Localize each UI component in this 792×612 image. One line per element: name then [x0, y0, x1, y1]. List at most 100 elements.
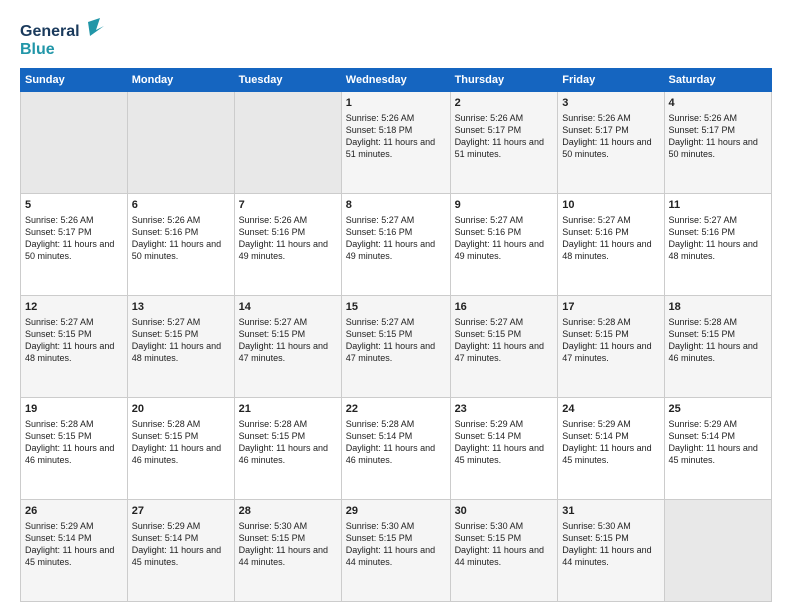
- cell-solar-info: Sunrise: 5:29 AM Sunset: 5:14 PM Dayligh…: [669, 418, 767, 467]
- week-row-5: 26 Sunrise: 5:29 AM Sunset: 5:14 PM Dayli…: [21, 500, 772, 602]
- calendar-cell: 25Sunrise: 5:29 AM Sunset: 5:14 PM Dayli…: [664, 398, 771, 500]
- calendar-cell: 24Sunrise: 5:29 AM Sunset: 5:14 PM Dayli…: [558, 398, 664, 500]
- calendar-cell: 11Sunrise: 5:27 AM Sunset: 5:16 PM Dayli…: [664, 194, 771, 296]
- day-number: 6: [132, 198, 230, 213]
- cell-solar-info: Sunrise: 5:27 AM Sunset: 5:16 PM Dayligh…: [346, 214, 446, 263]
- calendar-cell: 29Sunrise: 5:30 AM Sunset: 5:15 PM Dayli…: [341, 500, 450, 602]
- calendar-cell: 14Sunrise: 5:27 AM Sunset: 5:15 PM Dayli…: [234, 296, 341, 398]
- cell-solar-info: Sunrise: 5:26 AM Sunset: 5:16 PM Dayligh…: [132, 214, 230, 263]
- day-number: 24: [562, 402, 659, 417]
- day-number: 17: [562, 300, 659, 315]
- day-number: 30: [455, 504, 554, 519]
- day-number: 8: [346, 198, 446, 213]
- calendar-cell: 23Sunrise: 5:29 AM Sunset: 5:14 PM Dayli…: [450, 398, 558, 500]
- calendar-cell: 18Sunrise: 5:28 AM Sunset: 5:15 PM Dayli…: [664, 296, 771, 398]
- cell-solar-info: Sunrise: 5:27 AM Sunset: 5:15 PM Dayligh…: [25, 316, 123, 365]
- header: GeneralBlue: [20, 18, 772, 60]
- cell-solar-info: Sunrise: 5:29 AM Sunset: 5:14 PM Dayligh…: [455, 418, 554, 467]
- calendar-cell: 7Sunrise: 5:26 AM Sunset: 5:16 PM Daylig…: [234, 194, 341, 296]
- day-number: 11: [669, 198, 767, 213]
- logo: GeneralBlue: [20, 18, 105, 60]
- cell-solar-info: Sunrise: 5:26 AM Sunset: 5:17 PM Dayligh…: [25, 214, 123, 263]
- day-number: 22: [346, 402, 446, 417]
- calendar-cell: 17Sunrise: 5:28 AM Sunset: 5:15 PM Dayli…: [558, 296, 664, 398]
- day-number: 25: [669, 402, 767, 417]
- cell-solar-info: Sunrise: 5:30 AM Sunset: 5:15 PM Dayligh…: [455, 520, 554, 569]
- week-row-3: 12Sunrise: 5:27 AM Sunset: 5:15 PM Dayli…: [21, 296, 772, 398]
- calendar-cell: 16Sunrise: 5:27 AM Sunset: 5:15 PM Dayli…: [450, 296, 558, 398]
- cell-solar-info: Sunrise: 5:30 AM Sunset: 5:15 PM Dayligh…: [239, 520, 337, 569]
- cell-solar-info: Sunrise: 5:30 AM Sunset: 5:15 PM Dayligh…: [562, 520, 659, 569]
- day-number: 26: [25, 504, 123, 519]
- day-number: 16: [455, 300, 554, 315]
- cell-solar-info: Sunrise: 5:26 AM Sunset: 5:17 PM Dayligh…: [455, 112, 554, 161]
- day-number: 23: [455, 402, 554, 417]
- calendar-cell: 8Sunrise: 5:27 AM Sunset: 5:16 PM Daylig…: [341, 194, 450, 296]
- calendar-cell: [664, 500, 771, 602]
- day-number: 14: [239, 300, 337, 315]
- page: GeneralBlue SundayMondayTuesdayWednesday…: [0, 0, 792, 612]
- cell-solar-info: Sunrise: 5:27 AM Sunset: 5:16 PM Dayligh…: [455, 214, 554, 263]
- calendar-cell: 28Sunrise: 5:30 AM Sunset: 5:15 PM Dayli…: [234, 500, 341, 602]
- cell-solar-info: Sunrise: 5:27 AM Sunset: 5:16 PM Dayligh…: [562, 214, 659, 263]
- calendar-cell: 30Sunrise: 5:30 AM Sunset: 5:15 PM Dayli…: [450, 500, 558, 602]
- weekday-header-tuesday: Tuesday: [234, 69, 341, 92]
- cell-solar-info: Sunrise: 5:28 AM Sunset: 5:14 PM Dayligh…: [346, 418, 446, 467]
- day-number: 4: [669, 96, 767, 111]
- calendar-cell: 13Sunrise: 5:27 AM Sunset: 5:15 PM Dayli…: [127, 296, 234, 398]
- day-number: 1: [346, 96, 446, 111]
- cell-solar-info: Sunrise: 5:27 AM Sunset: 5:15 PM Dayligh…: [346, 316, 446, 365]
- weekday-header-friday: Friday: [558, 69, 664, 92]
- calendar-cell: 10Sunrise: 5:27 AM Sunset: 5:16 PM Dayli…: [558, 194, 664, 296]
- calendar-cell: 19Sunrise: 5:28 AM Sunset: 5:15 PM Dayli…: [21, 398, 128, 500]
- calendar-cell: [234, 92, 341, 194]
- day-number: 20: [132, 402, 230, 417]
- cell-solar-info: Sunrise: 5:27 AM Sunset: 5:16 PM Dayligh…: [669, 214, 767, 263]
- calendar-cell: 26Sunrise: 5:29 AM Sunset: 5:14 PM Dayli…: [21, 500, 128, 602]
- calendar-cell: 21Sunrise: 5:28 AM Sunset: 5:15 PM Dayli…: [234, 398, 341, 500]
- day-number: 7: [239, 198, 337, 213]
- day-number: 31: [562, 504, 659, 519]
- general-blue-logo-icon: GeneralBlue: [20, 18, 105, 60]
- weekday-header-thursday: Thursday: [450, 69, 558, 92]
- svg-text:Blue: Blue: [20, 41, 55, 58]
- week-row-1: 1Sunrise: 5:26 AM Sunset: 5:18 PM Daylig…: [21, 92, 772, 194]
- day-number: 29: [346, 504, 446, 519]
- day-number: 18: [669, 300, 767, 315]
- weekday-header-wednesday: Wednesday: [341, 69, 450, 92]
- calendar-cell: 9Sunrise: 5:27 AM Sunset: 5:16 PM Daylig…: [450, 194, 558, 296]
- calendar-cell: 12Sunrise: 5:27 AM Sunset: 5:15 PM Dayli…: [21, 296, 128, 398]
- calendar-cell: 2Sunrise: 5:26 AM Sunset: 5:17 PM Daylig…: [450, 92, 558, 194]
- cell-solar-info: Sunrise: 5:27 AM Sunset: 5:15 PM Dayligh…: [239, 316, 337, 365]
- day-number: 2: [455, 96, 554, 111]
- cell-solar-info: Sunrise: 5:29 AM Sunset: 5:14 PM Dayligh…: [132, 520, 230, 569]
- day-number: 27: [132, 504, 230, 519]
- cell-solar-info: Sunrise: 5:28 AM Sunset: 5:15 PM Dayligh…: [25, 418, 123, 467]
- weekday-header-row: SundayMondayTuesdayWednesdayThursdayFrid…: [21, 69, 772, 92]
- cell-solar-info: Sunrise: 5:26 AM Sunset: 5:17 PM Dayligh…: [669, 112, 767, 161]
- day-number: 15: [346, 300, 446, 315]
- day-number: 19: [25, 402, 123, 417]
- weekday-header-saturday: Saturday: [664, 69, 771, 92]
- calendar-table: SundayMondayTuesdayWednesdayThursdayFrid…: [20, 68, 772, 602]
- calendar-cell: 6Sunrise: 5:26 AM Sunset: 5:16 PM Daylig…: [127, 194, 234, 296]
- day-number: 21: [239, 402, 337, 417]
- cell-solar-info: Sunrise: 5:27 AM Sunset: 5:15 PM Dayligh…: [132, 316, 230, 365]
- calendar-cell: 27Sunrise: 5:29 AM Sunset: 5:14 PM Dayli…: [127, 500, 234, 602]
- cell-solar-info: Sunrise: 5:26 AM Sunset: 5:18 PM Dayligh…: [346, 112, 446, 161]
- calendar-cell: [127, 92, 234, 194]
- calendar-cell: [21, 92, 128, 194]
- svg-text:General: General: [20, 23, 80, 40]
- calendar-cell: 1Sunrise: 5:26 AM Sunset: 5:18 PM Daylig…: [341, 92, 450, 194]
- cell-solar-info: Sunrise: 5:26 AM Sunset: 5:16 PM Dayligh…: [239, 214, 337, 263]
- day-number: 28: [239, 504, 337, 519]
- day-number: 3: [562, 96, 659, 111]
- cell-solar-info: Sunrise: 5:28 AM Sunset: 5:15 PM Dayligh…: [132, 418, 230, 467]
- calendar-cell: 4Sunrise: 5:26 AM Sunset: 5:17 PM Daylig…: [664, 92, 771, 194]
- calendar-cell: 15Sunrise: 5:27 AM Sunset: 5:15 PM Dayli…: [341, 296, 450, 398]
- day-number: 9: [455, 198, 554, 213]
- cell-solar-info: Sunrise: 5:27 AM Sunset: 5:15 PM Dayligh…: [455, 316, 554, 365]
- cell-solar-info: Sunrise: 5:28 AM Sunset: 5:15 PM Dayligh…: [239, 418, 337, 467]
- cell-solar-info: Sunrise: 5:28 AM Sunset: 5:15 PM Dayligh…: [669, 316, 767, 365]
- week-row-4: 19Sunrise: 5:28 AM Sunset: 5:15 PM Dayli…: [21, 398, 772, 500]
